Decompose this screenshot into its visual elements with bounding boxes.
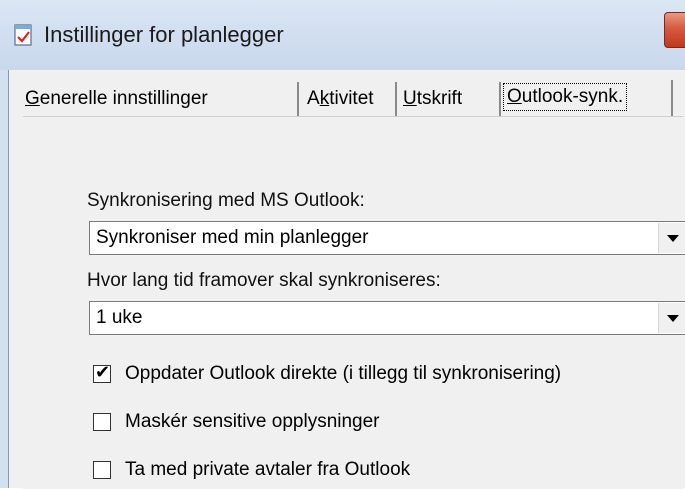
sync-select-value: Synkroniser med min planlegger — [96, 227, 369, 248]
tab-outlook-sync[interactable]: Outlook-synk. — [503, 80, 673, 116]
period-select-value: 1 uke — [96, 307, 143, 328]
outlook-sync-panel: Synkronisering med MS Outlook: Synkronis… — [23, 116, 685, 489]
document-check-icon — [14, 24, 32, 46]
period-label: Hvor lang tid framover skal synkronisere… — [87, 270, 441, 291]
checkbox-mask-sensitive[interactable] — [93, 413, 111, 431]
tab-activity-label: tivitet — [329, 88, 374, 109]
tab-outlook-sync-mnemonic: O — [507, 86, 522, 107]
checkbox-private-appointments[interactable] — [93, 461, 111, 479]
settings-dialog: Generelle innstillinger Aktivitet Utskri… — [8, 70, 685, 489]
title-bar: Instillinger for planlegger — [0, 0, 685, 70]
tab-general[interactable]: Generelle innstillinger — [25, 82, 299, 116]
checkmark-icon: ✔ — [95, 362, 111, 383]
check-private-appointments-label: Ta med private avtaler fra Outlook — [125, 459, 411, 480]
tab-outlook-sync-focus: Outlook-synk. — [503, 83, 628, 111]
chevron-down-icon — [667, 235, 679, 242]
window-title: Instillinger for planlegger — [44, 22, 284, 47]
tab-print[interactable]: Utskrift — [403, 82, 501, 116]
check-update-outlook-label: Oppdater Outlook direkte (i tillegg til … — [125, 363, 562, 384]
sync-select[interactable]: Synkroniser med min planlegger — [89, 221, 685, 255]
tab-activity-mnemonic: k — [319, 88, 330, 109]
tab-activity[interactable]: Aktivitet — [307, 82, 397, 116]
window-frame: Generelle innstillinger Aktivitet Utskri… — [0, 70, 685, 489]
chevron-down-icon — [667, 315, 679, 322]
tab-general-label: enerelle innstillinger — [39, 88, 208, 109]
tab-outlook-sync-label: utlook-synk. — [521, 86, 624, 107]
period-select[interactable]: 1 uke — [89, 301, 685, 335]
tab-print-mnemonic: U — [403, 88, 417, 109]
period-select-dropdown-button[interactable] — [658, 303, 685, 333]
check-mask-sensitive-label: Maskér sensitive opplysninger — [125, 411, 380, 432]
sync-select-dropdown-button[interactable] — [658, 223, 685, 253]
close-button[interactable] — [664, 12, 685, 48]
tab-print-label: tskrift — [416, 88, 463, 109]
tab-activity-label-start: A — [307, 88, 320, 109]
tab-general-mnemonic: G — [25, 88, 40, 109]
sync-label: Synkronisering med MS Outlook: — [87, 190, 365, 211]
checkbox-update-outlook[interactable]: ✔ — [93, 362, 111, 383]
